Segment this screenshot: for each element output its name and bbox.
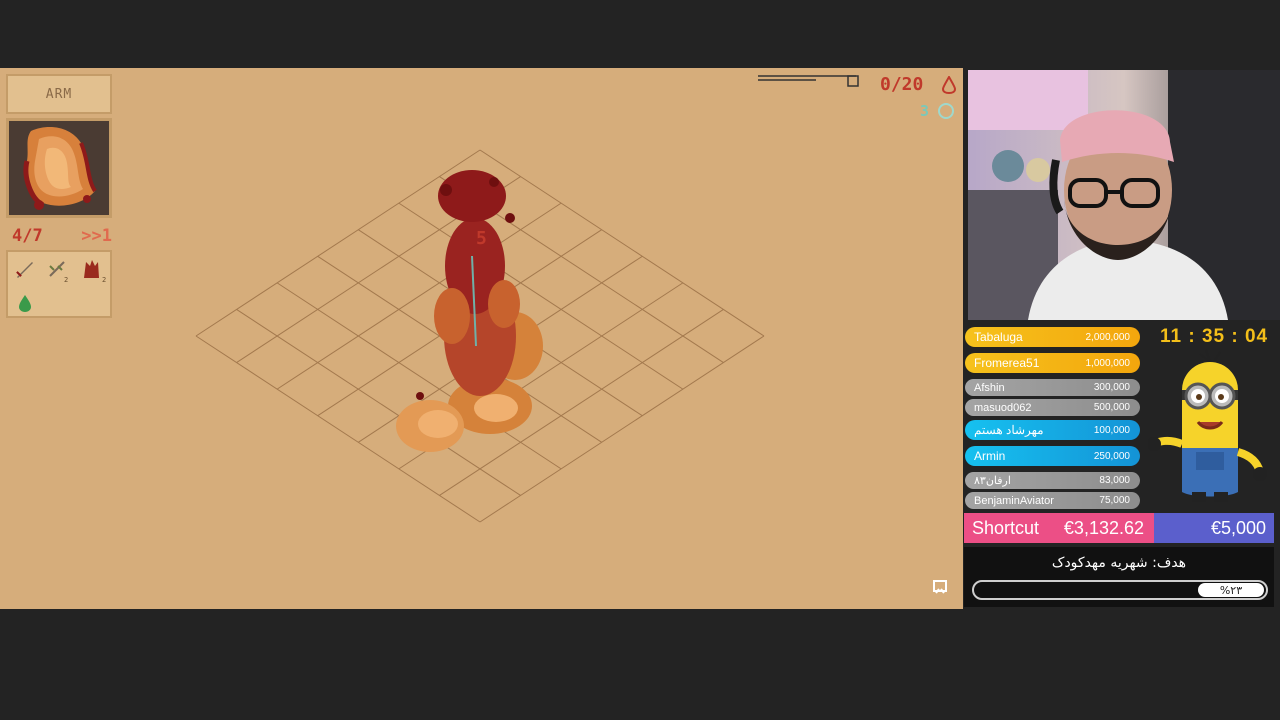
grid-line — [479, 149, 765, 337]
hud-ruler-icon — [758, 75, 859, 87]
flesh-icon[interactable] — [80, 258, 102, 280]
goal-progress-section: Shortcut €3,132.62 — [964, 513, 1154, 543]
flesh-arm-art — [23, 127, 97, 210]
subgoal-progress-track: %۲۳ — [972, 580, 1268, 600]
grid-number-label: 5 — [476, 228, 487, 249]
body-part-title: ARM — [6, 74, 112, 114]
goal-target-section: €5,000 — [1154, 513, 1274, 543]
teal-counter: 3 — [920, 102, 930, 120]
goal-current: €3,132.62 — [1063, 517, 1144, 538]
donor-row: مهرشاد هستم 100,000 — [965, 420, 1140, 440]
blood-drop-icon — [942, 76, 956, 94]
donor-name: Tabaluga — [974, 330, 1023, 344]
donor-amount: 75,000 — [1099, 495, 1130, 506]
moves-counter: 4/7 — [12, 226, 43, 246]
blood-counter: 0/20 — [880, 74, 924, 95]
subgoal-title: هدف: شهریه مهدکودک — [1051, 555, 1187, 571]
donor-row: Tabaluga 2,000,000 — [965, 327, 1140, 347]
subgoal-percent: %۲۳ — [1198, 583, 1264, 597]
minion-mascot — [1148, 349, 1267, 502]
goal-label: Shortcut — [972, 517, 1040, 538]
subgoal-panel: هدف: شهریه مهدکودک %۲۳ — [964, 547, 1274, 607]
donor-row: BenjaminAviator 75,000 — [965, 492, 1140, 509]
donor-amount: 1,000,000 — [1085, 357, 1131, 369]
game-viewport[interactable]: ARM 4/7 >>1 2 2 0/20 3 5 — [0, 68, 963, 609]
donor-row: masuod062 500,000 — [965, 399, 1140, 416]
donor-name: Armin — [974, 449, 1006, 463]
inventory-panel: 2 2 — [6, 250, 112, 318]
donor-amount: 2,000,000 — [1085, 331, 1131, 343]
flesh-creature — [396, 170, 543, 452]
donor-amount: 300,000 — [1093, 382, 1130, 393]
isometric-board[interactable]: 5 — [190, 146, 770, 536]
green-drop-icon[interactable] — [14, 292, 36, 314]
donation-goal-bar: Shortcut €3,132.62 €5,000 — [964, 513, 1274, 543]
donor-name: Fromerea51 — [974, 356, 1040, 370]
streamer-video — [968, 70, 1280, 320]
goal-target: €5,000 — [1210, 517, 1266, 538]
donor-row: Armin 250,000 — [965, 446, 1140, 466]
donor-name: Afshin — [974, 381, 1005, 394]
webcam-feed — [968, 70, 1280, 320]
donor-row: Afshin 300,000 — [965, 379, 1140, 396]
donor-row: ارفان۸۳ 83,000 — [965, 472, 1140, 489]
stream-clock: 11 : 35 : 04 — [1160, 326, 1269, 347]
donor-name: مهرشاد هستم — [974, 423, 1044, 437]
map-toggle-icon[interactable] — [932, 579, 948, 595]
donor-row: Fromerea51 1,000,000 — [965, 353, 1140, 373]
donor-amount: 250,000 — [1093, 450, 1130, 462]
donor-name: ارفان۸۳ — [974, 475, 1011, 487]
donor-name: masuod062 — [974, 401, 1032, 414]
body-part-portrait[interactable] — [6, 118, 112, 218]
teal-ring-icon — [938, 103, 954, 119]
donor-amount: 83,000 — [1099, 475, 1130, 486]
speed-toggle[interactable]: >>1 — [81, 226, 112, 246]
donor-amount: 100,000 — [1093, 424, 1130, 436]
sword-icon[interactable] — [14, 258, 36, 280]
donor-name: BenjaminAviator — [974, 494, 1054, 507]
turn-stats: 4/7 >>1 — [12, 226, 112, 246]
sprout-count: 2 — [64, 276, 69, 284]
flesh-count: 2 — [102, 276, 107, 284]
donor-amount: 500,000 — [1093, 402, 1130, 413]
